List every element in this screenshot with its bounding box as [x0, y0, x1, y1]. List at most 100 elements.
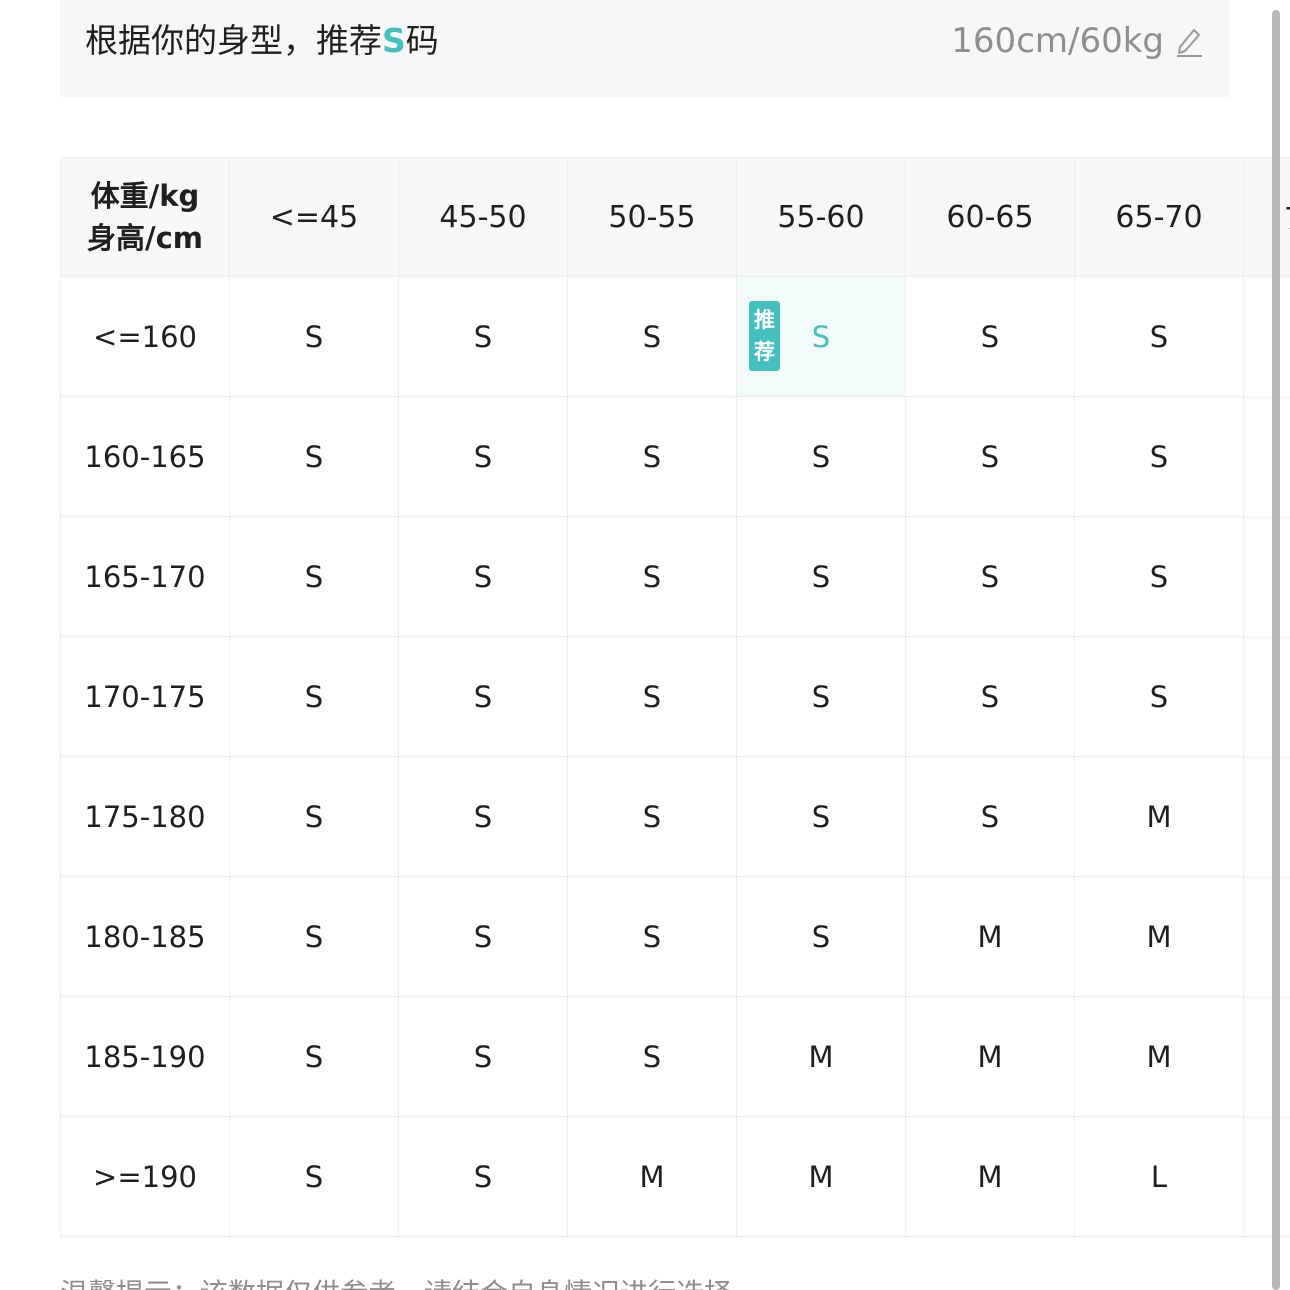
- table-row: >=190 S S M M M L: [60, 1116, 1244, 1237]
- size-cell: S: [567, 276, 737, 397]
- height-range-label: 185-190: [60, 996, 230, 1117]
- weight-header: 45-50: [398, 157, 568, 277]
- table-row: 180-185 S S S S M M: [60, 876, 1244, 997]
- recommended-badge-line: 荐: [754, 340, 775, 364]
- height-range-label: 160-165: [60, 396, 230, 517]
- size-cell: S: [229, 276, 399, 397]
- table-row: 175-180 S S S S S M: [60, 756, 1244, 877]
- size-cell: S: [567, 396, 737, 517]
- size-cell: M: [1074, 996, 1244, 1117]
- partial-weight-column: 7: [1243, 157, 1290, 1237]
- size-cell: S: [736, 636, 906, 757]
- size-cell: S: [905, 756, 1075, 877]
- size-cell: S: [398, 1116, 568, 1237]
- size-cell: M: [736, 996, 906, 1117]
- vertical-scrollbar[interactable]: [1272, 0, 1280, 1290]
- body-info-text: 160cm/60kg: [951, 21, 1164, 61]
- row-divider: [1243, 517, 1290, 518]
- size-cell: S: [567, 516, 737, 637]
- size-cell: S: [1074, 276, 1244, 397]
- size-cell: S: [736, 396, 906, 517]
- size-cell: M: [1074, 876, 1244, 997]
- table-row: <=160 S S S 推荐 S S S: [60, 276, 1244, 397]
- recommendation-suffix: 码: [405, 21, 439, 60]
- size-cell: S: [905, 396, 1075, 517]
- size-cell: L: [1074, 1116, 1244, 1237]
- partial-weight-header-label: 7: [1284, 202, 1290, 237]
- size-cell: M: [567, 1116, 737, 1237]
- size-cell: S: [736, 876, 906, 997]
- size-cell: S: [567, 756, 737, 877]
- height-range-label: 170-175: [60, 636, 230, 757]
- corner-header: 体重/kg 身高/cm: [60, 157, 230, 277]
- size-cell: M: [905, 996, 1075, 1117]
- size-cell: S: [567, 636, 737, 757]
- size-cell: S: [398, 756, 568, 877]
- row-divider: [1243, 997, 1290, 998]
- size-cell: S: [736, 756, 906, 877]
- size-cell: S: [398, 996, 568, 1117]
- recommendation-banner: 根据你的身型，推荐S码 160cm/60kg: [60, 0, 1230, 97]
- row-divider: [1243, 1117, 1290, 1118]
- size-cell: S: [398, 276, 568, 397]
- size-cell: S: [229, 876, 399, 997]
- height-range-label: 180-185: [60, 876, 230, 997]
- row-divider: [1243, 637, 1290, 638]
- recommendation-prefix: 根据你的身型，推荐: [85, 21, 382, 60]
- scrollbar-thumb[interactable]: [1272, 10, 1280, 1290]
- size-cell: S: [229, 1116, 399, 1237]
- size-cell: S: [905, 636, 1075, 757]
- row-divider: [1243, 877, 1290, 878]
- size-cell: S: [398, 876, 568, 997]
- weight-header: 50-55: [567, 157, 737, 277]
- body-info[interactable]: 160cm/60kg: [951, 18, 1204, 64]
- recommended-badge: 推荐: [749, 301, 780, 371]
- row-divider: [1243, 397, 1290, 398]
- corner-weight-label: 体重/kg: [90, 179, 200, 213]
- weight-header: 65-70: [1074, 157, 1244, 277]
- table-row: 185-190 S S S M M M: [60, 996, 1244, 1117]
- size-cell: S: [1074, 636, 1244, 757]
- recommendation-text: 根据你的身型，推荐S码: [85, 18, 439, 64]
- table-row: 165-170 S S S S S S: [60, 516, 1244, 637]
- size-chart-table: 体重/kg 身高/cm <=45 45-50 50-55 55-60 60-65…: [60, 157, 1244, 1237]
- size-cell: M: [905, 1116, 1075, 1237]
- size-cell: S: [1074, 516, 1244, 637]
- size-cell: M: [736, 1116, 906, 1237]
- row-divider: [1243, 757, 1290, 758]
- height-range-label: 175-180: [60, 756, 230, 877]
- table-header-row: 体重/kg 身高/cm <=45 45-50 50-55 55-60 60-65…: [60, 157, 1244, 277]
- size-cell: S: [905, 276, 1075, 397]
- size-cell: S: [229, 756, 399, 877]
- size-cell: S: [567, 996, 737, 1117]
- height-range-label: <=160: [60, 276, 230, 397]
- table-row: 160-165 S S S S S S: [60, 396, 1244, 517]
- size-value: S: [811, 319, 831, 354]
- weight-header: <=45: [229, 157, 399, 277]
- corner-height-label: 身高/cm: [86, 221, 203, 255]
- size-cell: M: [1074, 756, 1244, 877]
- size-cell: S: [736, 516, 906, 637]
- size-cell: M: [905, 876, 1075, 997]
- size-cell: S: [905, 516, 1075, 637]
- partial-weight-header: 7: [1243, 157, 1290, 277]
- height-range-label: >=190: [60, 1116, 230, 1237]
- size-cell: S: [398, 396, 568, 517]
- table-row: 170-175 S S S S S S: [60, 636, 1244, 757]
- size-cell: S: [229, 516, 399, 637]
- footer-note: 温馨提示：该数据仅供参考，请结合自身情况进行选择: [60, 1272, 732, 1290]
- size-cell: S: [229, 636, 399, 757]
- size-cell: S: [567, 876, 737, 997]
- weight-header: 60-65: [905, 157, 1075, 277]
- recommended-size-cell: 推荐 S: [736, 276, 906, 397]
- recommended-badge-line: 推: [754, 308, 775, 332]
- size-cell: S: [1074, 396, 1244, 517]
- size-guide-page: 根据你的身型，推荐S码 160cm/60kg 体重/kg 身高/cm <=45 …: [0, 0, 1290, 1290]
- column-divider: [1243, 157, 1244, 1237]
- row-divider: [1243, 1236, 1290, 1237]
- size-cell: S: [229, 396, 399, 517]
- size-cell: S: [398, 516, 568, 637]
- recommended-size: S: [382, 21, 406, 60]
- edit-icon[interactable]: [1174, 24, 1204, 58]
- size-cell: S: [398, 636, 568, 757]
